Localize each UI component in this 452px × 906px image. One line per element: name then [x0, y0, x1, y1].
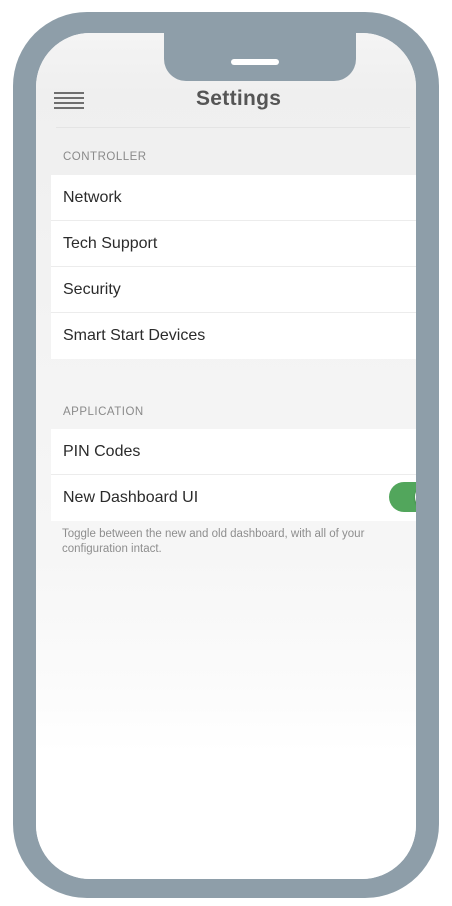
application-settings-list: PIN Codes New Dashboard UI	[51, 429, 416, 521]
hamburger-menu-icon[interactable]	[54, 92, 84, 109]
page-title: Settings	[196, 87, 282, 110]
settings-row-network[interactable]: Network	[51, 175, 416, 221]
settings-row-pin-codes[interactable]: PIN Codes	[51, 429, 416, 475]
new-dashboard-toggle[interactable]	[389, 482, 416, 512]
settings-row-new-dashboard-ui: New Dashboard UI	[51, 475, 416, 521]
row-label: Smart Start Devices	[63, 327, 206, 344]
section-label-controller: CONTROLLER	[63, 151, 147, 163]
settings-row-security[interactable]: Security	[51, 267, 416, 313]
controller-settings-list: Network Tech Support Security Smart Star…	[51, 175, 416, 359]
new-dashboard-helper-text: Toggle between the new and old dashboard…	[62, 528, 365, 555]
app-header: Settings	[36, 73, 416, 117]
phone-frame: Settings CONTROLLER Network Tech Support…	[13, 12, 439, 898]
header-divider	[56, 127, 410, 128]
row-label: Security	[63, 281, 121, 298]
speaker-icon	[231, 59, 279, 65]
row-label: PIN Codes	[63, 443, 141, 460]
row-label: New Dashboard UI	[63, 489, 199, 506]
section-label-application: APPLICATION	[63, 406, 144, 418]
settings-row-tech-support[interactable]: Tech Support	[51, 221, 416, 267]
app-screen: Settings CONTROLLER Network Tech Support…	[36, 33, 416, 879]
settings-row-smart-start-devices[interactable]: Smart Start Devices	[51, 313, 416, 359]
row-label: Tech Support	[63, 235, 158, 252]
row-label: Network	[63, 189, 122, 206]
toggle-knob	[415, 484, 416, 510]
